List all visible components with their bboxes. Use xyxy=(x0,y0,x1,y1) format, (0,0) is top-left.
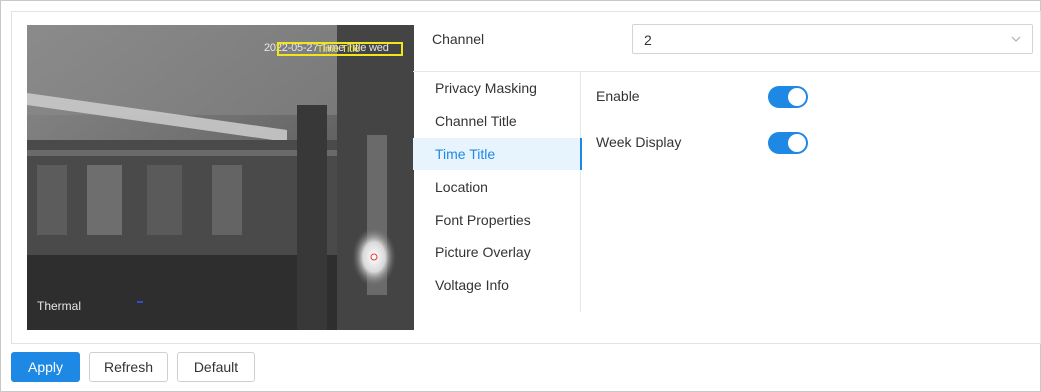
apply-button[interactable]: Apply xyxy=(11,352,80,382)
nav-item-picture-overlay[interactable]: Picture Overlay xyxy=(413,236,581,268)
week-display-label: Week Display xyxy=(596,134,682,150)
time-title-overlay-label: Time Title xyxy=(317,44,360,55)
chevron-down-icon xyxy=(1011,36,1021,42)
nav-item-channel-title[interactable]: Channel Title xyxy=(413,105,581,137)
nav-item-time-title[interactable]: Time Title xyxy=(413,138,582,170)
settings-panel: 2022-05-27 Time Title wed Time Title The… xyxy=(11,11,1041,344)
video-preview: 2022-05-27 Time Title wed Time Title The… xyxy=(27,25,414,330)
nav-item-font-properties[interactable]: Font Properties xyxy=(413,204,581,236)
osd-settings-nav: Privacy Masking Channel Title Time Title… xyxy=(413,72,582,312)
channel-select-value: 2 xyxy=(644,32,652,48)
nav-item-privacy-masking[interactable]: Privacy Masking xyxy=(413,72,581,104)
thermal-image xyxy=(27,25,414,330)
enable-label: Enable xyxy=(596,88,640,104)
nav-item-location[interactable]: Location xyxy=(413,171,581,203)
channel-label: Channel xyxy=(432,31,485,47)
channel-select[interactable]: 2 xyxy=(632,24,1033,54)
default-button[interactable]: Default xyxy=(177,352,255,382)
week-display-toggle[interactable] xyxy=(768,132,808,154)
enable-toggle[interactable] xyxy=(768,86,808,108)
toggle-knob xyxy=(788,88,806,106)
refresh-button[interactable]: Refresh xyxy=(89,352,168,382)
nav-item-voltage-info[interactable]: Voltage Info xyxy=(413,269,581,301)
toggle-knob xyxy=(788,134,806,152)
thermal-channel-label: Thermal xyxy=(37,299,82,313)
